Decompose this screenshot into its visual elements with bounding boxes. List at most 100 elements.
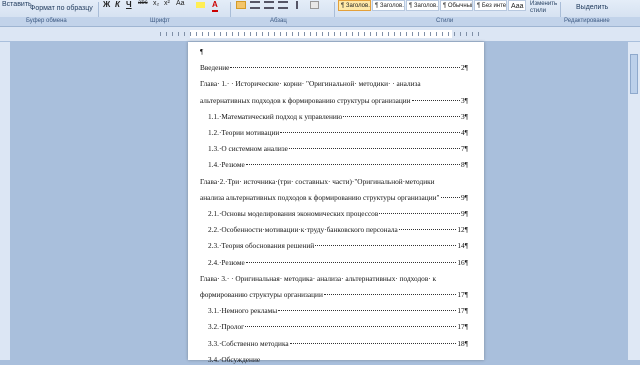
toc-leader-dots bbox=[323, 293, 457, 295]
superscript-button[interactable]: x² bbox=[164, 0, 170, 10]
scrollbar-thumb[interactable] bbox=[630, 54, 638, 94]
ruler-tick bbox=[310, 32, 311, 36]
ruler-tick bbox=[286, 32, 287, 36]
align-center-icon[interactable] bbox=[250, 1, 260, 9]
ruler-tick bbox=[244, 32, 245, 36]
ruler-tick bbox=[322, 32, 323, 36]
style-more[interactable]: Ааа bbox=[508, 0, 526, 11]
ruler-tick bbox=[274, 32, 275, 36]
group-label-clipboard: Буфер обмена bbox=[26, 18, 67, 24]
toc-line-text: Глава·2.·Три· источника·(три· составных·… bbox=[200, 176, 435, 186]
toc-page-number: 3¶ bbox=[461, 111, 468, 121]
ruler-tick bbox=[280, 32, 281, 36]
group-label-editing: Редактирование bbox=[564, 18, 610, 24]
toc-page-number: 4¶ bbox=[461, 128, 468, 137]
toc-leader-dots bbox=[289, 342, 457, 344]
toc-page-number: 7¶ bbox=[461, 144, 468, 154]
align-right-icon[interactable] bbox=[264, 1, 274, 9]
highlight-icon[interactable] bbox=[196, 2, 205, 8]
horizontal-ruler[interactable] bbox=[0, 27, 640, 42]
toc-page-number: 12¶ bbox=[457, 225, 468, 235]
ruler-tick bbox=[412, 32, 413, 36]
align-left-icon[interactable] bbox=[236, 1, 246, 9]
ruler-tick bbox=[220, 32, 221, 36]
italic-button[interactable]: К bbox=[115, 0, 120, 10]
ruler-tick bbox=[184, 32, 185, 36]
ruler-tick bbox=[478, 32, 479, 36]
toc-line: 2.2.·Особенности·мотивации·к·труду·банко… bbox=[208, 224, 468, 235]
toc-leader-dots bbox=[315, 244, 457, 247]
vertical-ruler[interactable] bbox=[0, 42, 11, 360]
ribbon-group-labels: Буфер обмена Шрифт Абзац Стили Редактиро… bbox=[0, 17, 640, 26]
toc-line-text: 1.1.·Математический подход к управлению bbox=[208, 111, 343, 121]
style-heading-3[interactable]: ¶ Заголов... bbox=[406, 0, 439, 11]
line-spacing-icon[interactable] bbox=[296, 1, 305, 9]
ruler-tick bbox=[190, 32, 191, 36]
toc-line-text: ¶ bbox=[200, 47, 204, 56]
toc-leader-dots bbox=[343, 115, 461, 117]
bold-button[interactable]: Ж bbox=[103, 0, 110, 10]
ruler-tick bbox=[418, 32, 419, 36]
ruler-tick bbox=[304, 32, 305, 36]
document-page[interactable]: ¶ Введение 2¶ Глава· 1.· · Исторические· ко… bbox=[188, 42, 484, 364]
toc-line-text: 2.3.·Теория обоснования решений bbox=[208, 241, 315, 251]
ruler-tick bbox=[400, 32, 401, 36]
ruler-tick bbox=[250, 32, 251, 36]
ruler-tick bbox=[376, 32, 377, 36]
strikethrough-button[interactable]: abc bbox=[138, 0, 148, 10]
toc-line: 2.4.·Резюме 16¶ bbox=[208, 257, 468, 268]
ruler-tick bbox=[346, 32, 347, 36]
toc-line-text: 1.4.·Резюме bbox=[208, 160, 245, 170]
ruler-tick bbox=[214, 32, 215, 36]
toc-page-number: 14¶ bbox=[457, 241, 468, 251]
select-button[interactable]: Выделить bbox=[576, 4, 608, 11]
style-no-spacing[interactable]: ¶ Без инте... bbox=[474, 0, 507, 11]
toc-leader-dots bbox=[245, 261, 457, 263]
ruler-tick bbox=[202, 32, 203, 36]
ruler-tick bbox=[454, 32, 455, 36]
toc-page-number: 3¶ bbox=[461, 95, 468, 105]
ruler-tick bbox=[406, 32, 407, 36]
ruler-tick bbox=[364, 32, 365, 36]
ruler-tick bbox=[466, 32, 467, 36]
toc-line: 1.1.·Математический подход к управлению 3… bbox=[208, 111, 468, 122]
shading-icon[interactable] bbox=[310, 1, 319, 9]
change-case-button[interactable]: Aa bbox=[176, 0, 185, 10]
ruler-tick bbox=[226, 32, 227, 36]
toc-line-text: Глава· 3.· · Оригинальная· методика· ана… bbox=[200, 273, 437, 283]
toc-page-number: 17¶ bbox=[457, 306, 468, 316]
ruler-tick bbox=[160, 32, 161, 36]
ruler-tick bbox=[328, 32, 329, 36]
ruler-tick bbox=[256, 32, 257, 36]
ruler-tick bbox=[448, 32, 449, 36]
toc-page-number: 17¶ bbox=[457, 290, 468, 299]
toc-line-text: 3.1.·Немного рекламы bbox=[208, 306, 278, 316]
ruler-tick bbox=[316, 32, 317, 36]
ruler-tick bbox=[442, 32, 443, 36]
justify-icon[interactable] bbox=[278, 1, 288, 9]
toc-line: Глава· 1.· · Исторические· корни· "Ориги… bbox=[200, 78, 468, 89]
toc-leader-dots bbox=[398, 228, 457, 231]
toc-line-text: 2.1.·Основы моделирования экономических … bbox=[208, 209, 379, 218]
style-heading-2[interactable]: ¶ Заголов... bbox=[372, 0, 405, 11]
toc-line: Введение 2¶ bbox=[200, 62, 468, 73]
toc-leader-dots bbox=[440, 196, 461, 198]
toc-page-number: 8¶ bbox=[461, 160, 468, 170]
ruler-tick bbox=[292, 32, 293, 36]
underline-button[interactable]: Ч bbox=[126, 0, 132, 10]
style-heading-1[interactable]: ¶ Заголов... bbox=[338, 0, 371, 11]
toc-leader-dots bbox=[278, 309, 457, 312]
toc-line: 3.3.·Собственно методика 18¶ bbox=[208, 338, 468, 349]
ruler-tick bbox=[232, 32, 233, 36]
subscript-button[interactable]: x₂ bbox=[153, 0, 159, 10]
paste-button[interactable]: Вставить bbox=[2, 1, 32, 8]
toc-line-text: альтернативных подходов к формированию с… bbox=[200, 95, 411, 105]
toc-page-number: 16¶ bbox=[457, 257, 468, 267]
change-styles-button[interactable]: Изменить стили bbox=[530, 1, 560, 15]
ruler-tick bbox=[334, 32, 335, 36]
ruler-tick bbox=[166, 32, 167, 36]
format-painter-button[interactable]: Формат по образцу bbox=[30, 5, 93, 12]
style-normal[interactable]: ¶ Обычный bbox=[440, 0, 473, 11]
font-color-button[interactable]: A bbox=[212, 0, 218, 12]
vertical-scrollbar[interactable] bbox=[628, 42, 640, 360]
